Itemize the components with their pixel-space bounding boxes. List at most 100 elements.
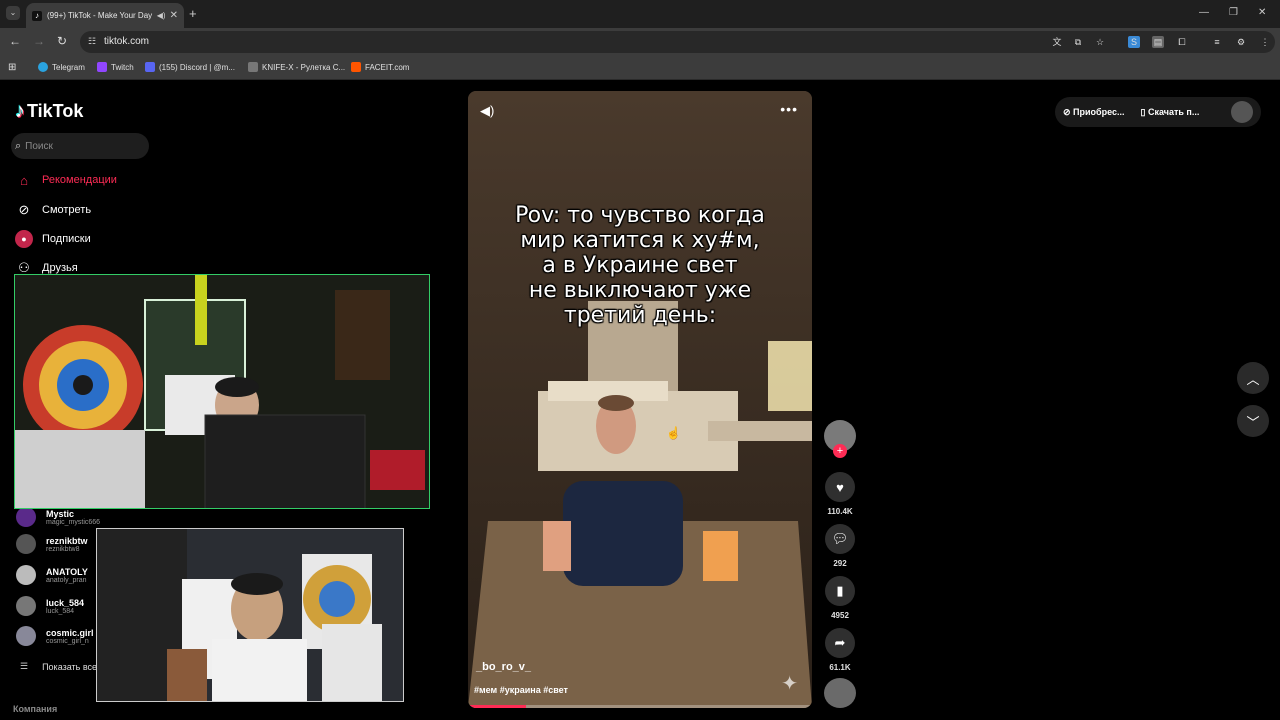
save-button[interactable]: ▮ 4952 — [824, 576, 856, 620]
share-icon: ➦ — [825, 628, 855, 658]
search-input[interactable]: ⌕ Поиск — [11, 133, 149, 159]
video-player[interactable]: ◀) ••• Pov: то чувство когда мир катится… — [468, 91, 812, 708]
avatar — [16, 507, 36, 527]
settings-gear-icon[interactable]: ⚙ — [1235, 36, 1247, 48]
avatar — [16, 596, 36, 616]
chevron-down-icon: ﹀ — [1246, 414, 1260, 430]
tiktok-favicon: ♪ — [32, 10, 42, 21]
extension-icon[interactable]: S — [1128, 36, 1140, 48]
avatar — [16, 534, 36, 554]
speaker-icon[interactable]: ◀) — [157, 11, 166, 20]
video-author[interactable]: _bo_ro_v_ — [476, 661, 531, 673]
account-handle: cosmic_girl_n — [46, 637, 89, 645]
account-handle: magic_mystic666 — [46, 518, 101, 526]
bookmark-knifex[interactable]: KNIFE-X - Рулетка С... — [248, 62, 345, 72]
bookmarks-bar: ⊞ Telegram Twitch (155) Discord | @m... … — [0, 56, 1280, 80]
share-count: 61.1K — [829, 663, 851, 672]
tiktok-logo[interactable]: ♪ TikTok — [15, 100, 83, 123]
tab-title: (99+) TikTok - Make Your Day — [47, 11, 153, 20]
browser-tab-strip: ⌄ ♪ (99+) TikTok - Make Your Day ◀) ✕ + … — [0, 0, 1280, 28]
video-caption-overlay: Pov: то чувство когда мир катится к ху#м… — [515, 203, 765, 328]
reload-icon[interactable]: ↻ — [57, 34, 67, 48]
show-all-label: Показать все — [42, 661, 98, 672]
account-name: reznikbtw — [46, 535, 88, 546]
install-app-icon[interactable]: ⧉ — [1072, 36, 1084, 48]
extensions-puzzle-icon[interactable]: ⧠ — [1176, 36, 1188, 48]
header-actions: ⊘ Приобрес... ▯ Скачать п... — [1055, 97, 1261, 127]
tiktok-note-icon: ♪ — [15, 100, 25, 122]
video-progress-fill — [468, 705, 527, 708]
nav-item-recommendations[interactable]: ⌂ Рекомендации — [15, 171, 117, 189]
menu-dots-icon[interactable]: ⋮ — [1259, 36, 1271, 48]
video-hashtags[interactable]: #мем #украина #свет — [474, 685, 568, 695]
following-account[interactable]: luck_584 luck_584 — [16, 596, 84, 616]
save-count: 4952 — [831, 611, 849, 620]
browser-tab[interactable]: ♪ (99+) TikTok - Make Your Day ◀) ✕ — [26, 3, 184, 28]
sound-avatar[interactable] — [824, 678, 856, 708]
forward-icon[interactable]: → — [33, 34, 45, 48]
download-app-button[interactable]: ▯ Скачать п... — [1141, 107, 1200, 118]
more-options-icon[interactable]: ••• — [780, 101, 798, 117]
like-count: 110.4K — [827, 507, 853, 516]
tab-search-button[interactable]: ⌄ — [6, 6, 20, 20]
bookmark-star-icon[interactable]: ☆ — [1094, 36, 1106, 48]
nav-label: Друзья — [42, 262, 78, 274]
company-link[interactable]: Компания — [13, 704, 57, 714]
account-name: cosmic.girl — [46, 627, 94, 638]
streamer-webcam-overlay — [14, 274, 430, 509]
share-button[interactable]: ➦ 61.1K — [824, 628, 856, 672]
avatar — [16, 565, 36, 585]
comment-count: 292 — [833, 559, 847, 568]
bookmark-telegram[interactable]: Telegram — [38, 62, 85, 72]
translate-icon[interactable]: 文 — [1051, 36, 1063, 48]
previous-video-button[interactable]: ︿ — [1237, 362, 1269, 394]
show-all-button[interactable]: ☰ Показать все — [16, 661, 97, 672]
streamer-secondary-camera — [96, 528, 404, 702]
following-account[interactable]: cosmic.girl cosmic_girl_n — [16, 626, 94, 646]
profile-avatar[interactable] — [1231, 101, 1253, 123]
account-handle: anatoly_pran — [46, 576, 87, 584]
following-account[interactable]: reznikbtw reznikbtw8 — [16, 534, 88, 554]
get-coins-button[interactable]: ⊘ Приобрес... — [1063, 107, 1125, 118]
next-video-button[interactable]: ﹀ — [1237, 405, 1269, 437]
bookmark-faceit[interactable]: FACEIT.com — [351, 62, 409, 72]
close-tab-icon[interactable]: ✕ — [170, 10, 178, 21]
extension-2-icon[interactable]: ▤ — [1152, 36, 1164, 48]
get-coins-label: Приобрес... — [1073, 106, 1125, 117]
sparkle-icon: ✦ — [781, 673, 798, 695]
chevron-up-icon: ︿ — [1246, 371, 1260, 387]
like-button[interactable]: ♥ 110.4K — [824, 472, 856, 516]
following-account[interactable]: Mystic magic_mystic666 — [16, 507, 100, 527]
tiktok-page: ♪ TikTok ⌕ Поиск ⌂ Рекомендации ⊘ Смотре… — [0, 80, 1280, 720]
url-text: tiktok.com — [104, 36, 150, 47]
video-frame-image — [468, 91, 812, 708]
avatar — [16, 626, 36, 646]
account-name: ANATOLY — [46, 566, 88, 577]
nav-item-explore[interactable]: ⊘ Смотреть — [15, 201, 92, 219]
bookmark-icon: ▮ — [825, 576, 855, 606]
restore-button[interactable]: ❐ — [1229, 7, 1238, 18]
mouse-cursor-icon: ☝ — [666, 426, 681, 440]
minimize-button[interactable]: — — [1199, 7, 1209, 18]
account-name: luck_584 — [46, 597, 85, 608]
close-window-button[interactable]: ✕ — [1258, 7, 1266, 18]
back-icon[interactable]: ← — [9, 34, 21, 48]
bookmark-discord[interactable]: (155) Discord | @m... — [145, 62, 235, 72]
account-handle: luck_584 — [46, 607, 75, 615]
download-label: Скачать п... — [1147, 106, 1200, 117]
search-icon: ⌕ — [15, 139, 22, 152]
bookmark-twitch[interactable]: Twitch — [97, 62, 134, 72]
volume-icon[interactable]: ◀) — [480, 103, 494, 119]
following-account[interactable]: ANATOLY anatoly_pran — [16, 565, 88, 585]
camera-scene-image — [97, 529, 403, 701]
list-icon: ☰ — [20, 661, 29, 671]
video-progress-bar[interactable] — [468, 705, 812, 708]
nav-item-following[interactable]: ● Подписки — [15, 230, 91, 248]
account-name: Mystic — [46, 508, 75, 519]
new-tab-button[interactable]: + — [189, 6, 197, 21]
site-info-icon[interactable]: ☷ — [88, 36, 96, 47]
comment-button[interactable]: 💬︎ 292 — [824, 524, 856, 568]
apps-grid-icon[interactable]: ⊞ — [8, 62, 16, 73]
media-controls-icon[interactable]: ≡ — [1211, 36, 1223, 48]
follow-plus-icon[interactable]: + — [833, 444, 847, 458]
